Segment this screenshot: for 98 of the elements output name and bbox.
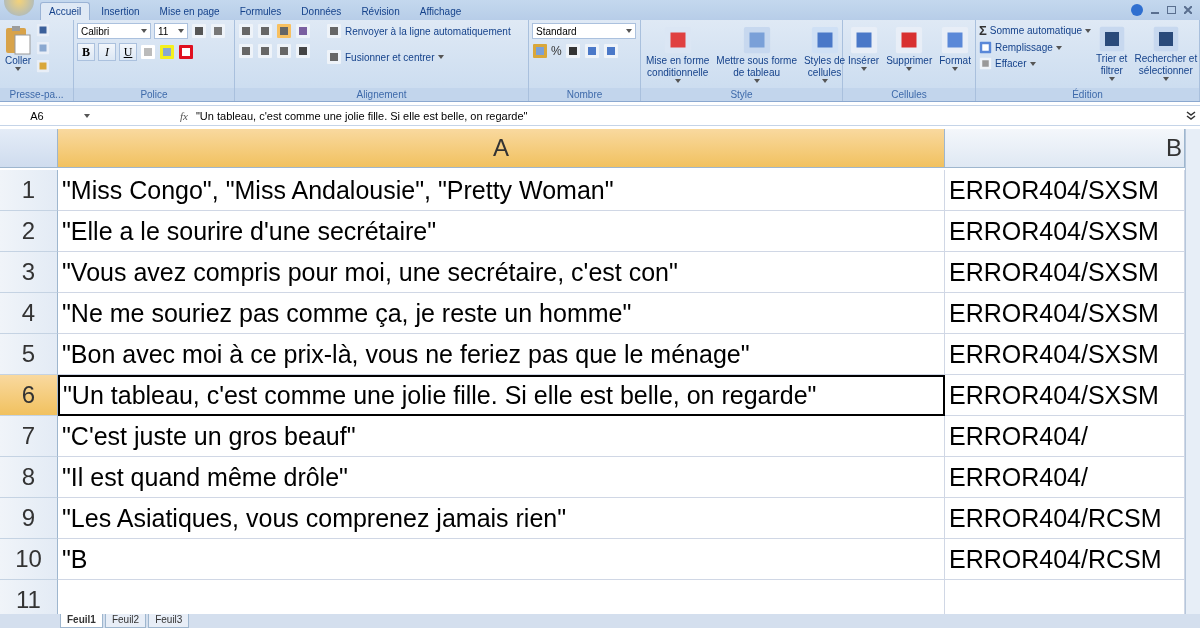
cell-text: "Un tableau, c'est comme une jolie fille. Si elle est belle, on regarde" bbox=[63, 381, 817, 410]
cell-text: ERROR404/ bbox=[949, 462, 1088, 492]
ribbon-button[interactable]: Rechercher et sélectionner bbox=[1132, 23, 1200, 83]
caret-icon bbox=[952, 67, 959, 71]
number-format-field[interactable]: Standard bbox=[532, 23, 636, 39]
cell-text: ERROR404/SXSM bbox=[949, 175, 1159, 205]
formula-text[interactable]: "Un tableau, c'est comme une jolie fille. Si elle est belle, on regarde" bbox=[195, 109, 1186, 122]
group-label: Presse-pa... bbox=[0, 88, 73, 101]
caret-icon bbox=[674, 79, 681, 83]
row-header[interactable]: 2 bbox=[0, 211, 58, 252]
row-header[interactable]: 7 bbox=[0, 416, 58, 457]
ribbon-button[interactable]: Format bbox=[937, 23, 973, 73]
cell-text: ERROR404/RCSM bbox=[949, 503, 1162, 533]
cell-text: ERROR404/SXSM bbox=[949, 298, 1159, 328]
caret-icon bbox=[753, 79, 760, 83]
row-header[interactable]: 8 bbox=[0, 457, 58, 498]
ribbon-tab[interactable]: Accueil bbox=[40, 2, 91, 20]
sheet-tab[interactable]: Feuil2 bbox=[104, 614, 147, 628]
cell-text: ERROR404/SXSM bbox=[949, 380, 1159, 410]
cell-text: ERROR404/SXSM bbox=[949, 339, 1159, 369]
caret-icon bbox=[178, 29, 184, 33]
ribbon-button[interactable]: Insérer bbox=[846, 23, 882, 73]
caret-icon bbox=[1085, 28, 1092, 33]
cell-text: ERROR404/ bbox=[949, 421, 1088, 451]
ribbon-tab[interactable]: Révision bbox=[352, 2, 409, 20]
cell-text: "B bbox=[62, 544, 88, 574]
caret-icon bbox=[860, 67, 867, 71]
caret-icon bbox=[821, 79, 828, 83]
scrollbar[interactable] bbox=[1185, 129, 1200, 614]
caret-icon bbox=[83, 113, 90, 118]
font-size-field[interactable]: 11 bbox=[154, 23, 188, 39]
ribbon-tab[interactable]: Mise en page bbox=[150, 2, 229, 20]
column-header[interactable]: A bbox=[58, 129, 945, 168]
cell-text: "Miss Congo", "Miss Andalousie", "Pretty Woman" bbox=[62, 175, 614, 205]
row-header[interactable]: 10 bbox=[0, 539, 58, 580]
sheet-tab[interactable]: Feuil1 bbox=[60, 614, 103, 628]
cell-text: "Il est quand même drôle" bbox=[62, 462, 348, 492]
autosum-button[interactable]: Σ Somme automatique bbox=[979, 23, 1092, 38]
row-header[interactable]: 9 bbox=[0, 498, 58, 539]
group-label: Nombre bbox=[529, 88, 640, 101]
clear-button[interactable]: Effacer bbox=[979, 57, 1092, 70]
ribbon-button[interactable]: Mise en forme conditionnelle bbox=[644, 23, 712, 85]
cell-text: "Ne me souriez pas comme ça, je reste un homme" bbox=[62, 298, 632, 328]
fill-button[interactable]: Remplissage bbox=[979, 41, 1092, 54]
ribbon-tab[interactable]: Formules bbox=[230, 2, 291, 20]
bold-button[interactable]: B bbox=[77, 43, 95, 61]
group-label: Cellules bbox=[843, 88, 975, 101]
caret-icon bbox=[15, 67, 22, 71]
row-header[interactable]: 6 bbox=[0, 375, 58, 416]
cell-text: "Les Asiatiques, vous comprenez jamais rien" bbox=[62, 503, 567, 533]
column-header[interactable]: B bbox=[945, 129, 1185, 168]
cell-text: "Vous avez compris pour moi, une secrétaire, c'est con" bbox=[62, 257, 678, 287]
name-box[interactable]: A6 bbox=[30, 109, 44, 122]
underline-button[interactable]: U bbox=[119, 43, 137, 61]
row-header[interactable]: 5 bbox=[0, 334, 58, 375]
row-header[interactable]: 11 bbox=[0, 580, 58, 614]
restore-icon[interactable] bbox=[1167, 6, 1176, 14]
sheet-tab[interactable]: Feuil3 bbox=[148, 614, 190, 628]
cell-text: "Bon avec moi à ce prix-là, vous ne feriez pas que le ménage" bbox=[62, 339, 750, 369]
cell-text: ERROR404/RCSM bbox=[949, 544, 1162, 574]
percent-button[interactable]: % bbox=[551, 44, 562, 58]
close-icon[interactable] bbox=[1184, 6, 1192, 14]
caret-icon bbox=[1162, 77, 1169, 81]
ribbon-tab[interactable]: Affichage bbox=[410, 2, 471, 20]
clipboard-icon bbox=[5, 25, 32, 55]
expand-icon[interactable] bbox=[1186, 110, 1196, 121]
caret-icon bbox=[1029, 61, 1036, 66]
italic-button[interactable]: I bbox=[98, 43, 116, 61]
font-name-field[interactable]: Calibri bbox=[77, 23, 151, 39]
row-header[interactable]: 3 bbox=[0, 252, 58, 293]
group-label: Style bbox=[641, 88, 842, 101]
ribbon-button[interactable]: Mettre sous forme de tableau bbox=[714, 23, 799, 85]
caret-icon bbox=[437, 55, 444, 59]
cell-text: ERROR404/SXSM bbox=[949, 216, 1159, 246]
wrap-text-button[interactable]: Renvoyer à la ligne automatiquement bbox=[326, 23, 511, 39]
ribbon-button[interactable]: Trier et filtrer bbox=[1094, 23, 1130, 83]
row-header[interactable]: 1 bbox=[0, 170, 58, 211]
caret-icon bbox=[1055, 45, 1062, 50]
group-label: Police bbox=[74, 88, 234, 101]
row-header[interactable]: 4 bbox=[0, 293, 58, 334]
function-label[interactable]: fx bbox=[180, 109, 188, 122]
cell-text: "C'est juste un gros beauf" bbox=[62, 421, 356, 451]
caret-icon bbox=[141, 29, 147, 33]
caret-icon bbox=[906, 67, 913, 71]
caret-icon bbox=[626, 29, 632, 33]
select-all-button[interactable] bbox=[0, 129, 58, 168]
ribbon-tab[interactable]: Données bbox=[292, 2, 351, 20]
group-label: Alignement bbox=[235, 88, 528, 101]
cell-text: ERROR404/SXSM bbox=[949, 257, 1159, 287]
sigma-symbol: Σ bbox=[979, 23, 987, 38]
ribbon-tab[interactable]: Insertion bbox=[92, 2, 149, 20]
group-label: Édition bbox=[976, 88, 1199, 101]
merge-center-button[interactable]: Fusionner et centrer bbox=[326, 49, 511, 65]
caret-icon bbox=[1108, 77, 1115, 81]
cell-text: "Elle a le sourire d'une secrétaire" bbox=[62, 216, 437, 246]
paste-button[interactable]: Coller bbox=[3, 23, 34, 73]
ribbon-button[interactable]: Styles de cellules bbox=[801, 23, 848, 85]
ribbon-button[interactable]: Supprimer bbox=[884, 23, 935, 73]
